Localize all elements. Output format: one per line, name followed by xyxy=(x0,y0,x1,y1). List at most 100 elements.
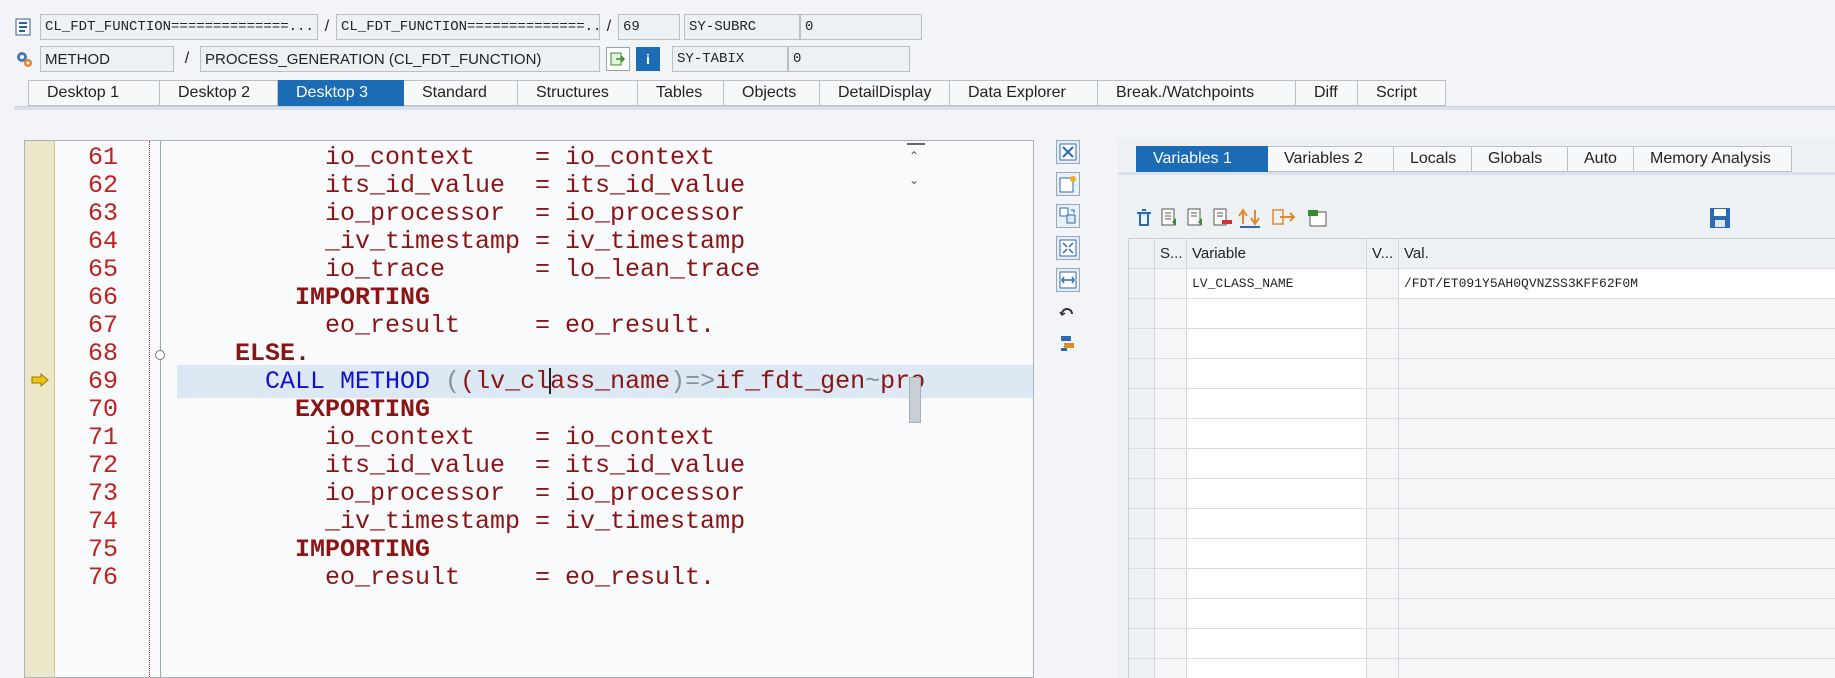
variable-value-cell[interactable] xyxy=(1399,539,1835,569)
event-type-field[interactable]: METHOD xyxy=(40,46,174,72)
variable-value-cell[interactable]: /FDT/ET091Y5AH0QVNZSS3KFF62F0M xyxy=(1399,269,1835,299)
tab-break-watchpoints[interactable]: Break./Watchpoints xyxy=(1098,80,1296,106)
row-selector[interactable] xyxy=(1129,419,1155,449)
tab-memory-analysis[interactable]: Memory Analysis xyxy=(1634,146,1792,172)
save-icon[interactable] xyxy=(1708,206,1732,230)
variable-value-cell[interactable] xyxy=(1399,329,1835,359)
chevron-down-icon[interactable]: ⌄ xyxy=(909,173,919,187)
column-selector[interactable] xyxy=(1129,239,1155,269)
navigate-icon[interactable] xyxy=(606,47,630,71)
variable-value-cell[interactable] xyxy=(1399,389,1835,419)
tab-structures[interactable]: Structures xyxy=(518,80,638,106)
tab-objects[interactable]: Objects xyxy=(724,80,820,106)
variable-value-cell[interactable] xyxy=(1399,419,1835,449)
row-selector[interactable] xyxy=(1129,599,1155,629)
variable-value-cell[interactable] xyxy=(1399,299,1835,329)
variable-value-cell[interactable] xyxy=(1399,479,1835,509)
variable-value-cell[interactable] xyxy=(1399,449,1835,479)
tab-variables-1[interactable]: Variables 1 xyxy=(1136,146,1268,172)
line-field[interactable]: 69 xyxy=(618,14,680,40)
row-selector[interactable] xyxy=(1129,539,1155,569)
variable-name-cell[interactable] xyxy=(1187,569,1367,599)
variable-name-cell[interactable] xyxy=(1187,299,1367,329)
sysfield-value[interactable]: 0 xyxy=(800,14,922,40)
table-row-empty[interactable] xyxy=(1129,509,1835,539)
tab-script[interactable]: Script xyxy=(1358,80,1446,106)
variable-name-cell[interactable] xyxy=(1187,389,1367,419)
row-selector[interactable] xyxy=(1129,479,1155,509)
replace-tool-icon[interactable] xyxy=(1056,204,1080,228)
event-field[interactable]: PROCESS_GENERATION (CL_FDT_FUNCTION) xyxy=(200,46,600,72)
scroll-thumb[interactable] xyxy=(909,377,921,423)
insert-row-icon[interactable] xyxy=(1158,206,1184,230)
tab-variables-2[interactable]: Variables 2 xyxy=(1268,146,1394,172)
column-header-v[interactable]: V... xyxy=(1367,239,1399,269)
info-icon[interactable]: i xyxy=(636,47,660,71)
tab-detail-display[interactable]: DetailDisplay xyxy=(820,80,950,106)
transfer-icon[interactable] xyxy=(1270,206,1304,230)
row-selector[interactable] xyxy=(1129,569,1155,599)
delete-icon[interactable] xyxy=(1132,206,1158,230)
program-field[interactable]: CL_FDT_FUNCTION==============... xyxy=(40,14,318,40)
row-selector[interactable] xyxy=(1129,449,1155,479)
tab-auto[interactable]: Auto xyxy=(1568,146,1634,172)
column-header-value[interactable]: Val. xyxy=(1399,239,1835,269)
variable-value-cell[interactable] xyxy=(1399,569,1835,599)
tab-data-explorer[interactable]: Data Explorer xyxy=(950,80,1098,106)
table-row-empty[interactable] xyxy=(1129,479,1835,509)
row-selector[interactable] xyxy=(1129,329,1155,359)
variable-name-cell[interactable] xyxy=(1187,449,1367,479)
table-row-empty[interactable] xyxy=(1129,539,1835,569)
variable-name-cell[interactable] xyxy=(1187,479,1367,509)
row-selector[interactable] xyxy=(1129,359,1155,389)
table-row-empty[interactable] xyxy=(1129,449,1835,479)
tab-desktop-1[interactable]: Desktop 1 xyxy=(28,80,160,106)
scroll-top-icon[interactable] xyxy=(907,143,925,147)
variable-value-cell[interactable] xyxy=(1399,629,1835,659)
table-row-empty[interactable] xyxy=(1129,359,1835,389)
variable-value-cell[interactable] xyxy=(1399,659,1835,678)
variable-name-cell[interactable] xyxy=(1187,659,1367,678)
remove-row-icon[interactable] xyxy=(1210,206,1236,230)
tab-locals[interactable]: Locals xyxy=(1394,146,1472,172)
table-row-empty[interactable] xyxy=(1129,629,1835,659)
new-tool-icon[interactable] xyxy=(1056,172,1080,196)
variable-name-cell[interactable]: LV_CLASS_NAME xyxy=(1187,269,1367,299)
close-tool-icon[interactable] xyxy=(1056,140,1080,164)
variable-name-cell[interactable] xyxy=(1187,509,1367,539)
variable-name-cell[interactable] xyxy=(1187,359,1367,389)
chevron-up-icon[interactable]: ⌃ xyxy=(909,149,919,163)
table-row-empty[interactable] xyxy=(1129,329,1835,359)
tab-diff[interactable]: Diff xyxy=(1296,80,1358,106)
variable-name-cell[interactable] xyxy=(1187,419,1367,449)
row-selector[interactable] xyxy=(1129,299,1155,329)
include-field[interactable]: CL_FDT_FUNCTION==============... xyxy=(336,14,600,40)
code-line[interactable]: 76 eo_result = eo_result. xyxy=(25,561,1033,594)
variable-value-cell[interactable] xyxy=(1399,359,1835,389)
table-row-empty[interactable] xyxy=(1129,419,1835,449)
tab-standard[interactable]: Standard xyxy=(404,80,518,106)
maximize-tool-icon[interactable] xyxy=(1056,236,1080,260)
variable-name-cell[interactable] xyxy=(1187,599,1367,629)
column-header-variable[interactable]: Variable xyxy=(1187,239,1367,269)
table-row-empty[interactable] xyxy=(1129,389,1835,419)
table-row-empty[interactable] xyxy=(1129,599,1835,629)
row-selector[interactable] xyxy=(1129,629,1155,659)
variable-name-cell[interactable] xyxy=(1187,629,1367,659)
sort-icon[interactable] xyxy=(1236,206,1270,230)
fold-marker[interactable] xyxy=(155,350,165,360)
row-selector[interactable] xyxy=(1129,269,1155,299)
source-code-editor[interactable]: 61 io_context = io_context 62 its_id_val… xyxy=(24,140,1034,678)
load-icon[interactable] xyxy=(1304,206,1338,230)
column-header-s[interactable]: S... xyxy=(1155,239,1187,269)
table-row-empty[interactable] xyxy=(1129,659,1835,678)
table-row-empty[interactable] xyxy=(1129,299,1835,329)
tab-globals[interactable]: Globals xyxy=(1472,146,1568,172)
append-row-icon[interactable] xyxy=(1184,206,1210,230)
tab-tables[interactable]: Tables xyxy=(638,80,724,106)
row-selector[interactable] xyxy=(1129,659,1155,678)
settings-tool-icon[interactable] xyxy=(1056,332,1080,356)
table-row[interactable]: LV_CLASS_NAME /FDT/ET091Y5AH0QVNZSS3KFF6… xyxy=(1129,269,1835,299)
tab-desktop-2[interactable]: Desktop 2 xyxy=(160,80,278,106)
swap-tool-icon[interactable] xyxy=(1056,268,1080,292)
